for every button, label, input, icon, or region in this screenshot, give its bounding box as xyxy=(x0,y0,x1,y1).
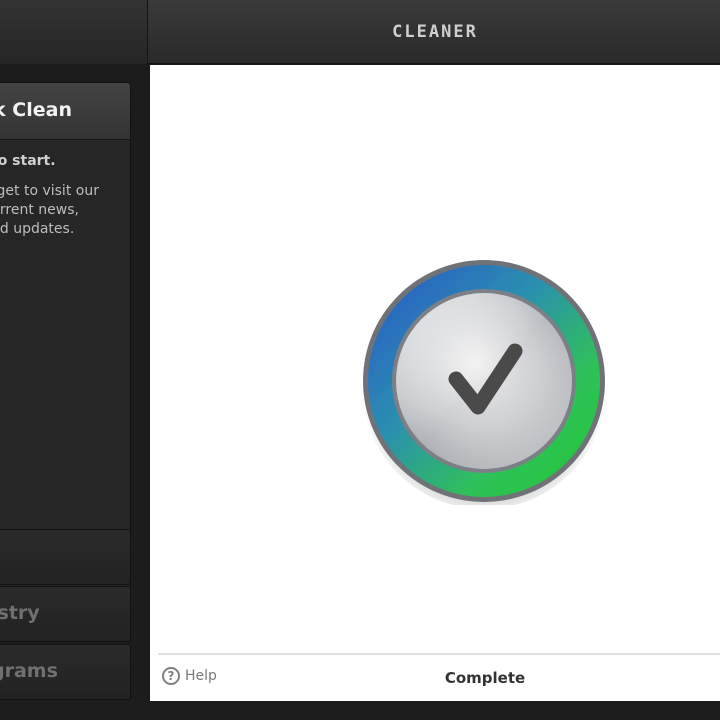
panel-start-text: to start. xyxy=(0,153,56,169)
help-icon: ? xyxy=(162,667,180,685)
sidebar-item-programs[interactable]: grams xyxy=(0,644,131,700)
panel-line: rget to visit our xyxy=(0,183,99,199)
help-button[interactable]: ? Help xyxy=(162,667,217,685)
sidebar-item-registry[interactable]: istry xyxy=(0,586,131,642)
sidebar: k Clean to start. rget to visit our urre… xyxy=(0,64,148,720)
window-bottom-border xyxy=(0,701,720,720)
quick-clean-panel: k Clean to start. rget to visit our urre… xyxy=(0,82,131,592)
checkmark-icon xyxy=(360,257,608,509)
title-bar: CLEANER xyxy=(0,0,720,64)
title-bar-left-section xyxy=(0,0,148,64)
status-text: Complete xyxy=(444,669,526,687)
panel-line: urrent news, xyxy=(0,202,79,218)
panel-description: to start. rget to visit our urrent news,… xyxy=(0,140,130,239)
sidebar-item-label: istry xyxy=(0,602,40,624)
app-title: CLEANER xyxy=(392,22,478,42)
help-label: Help xyxy=(185,668,217,684)
sidebar-item-1[interactable] xyxy=(0,529,131,585)
quick-clean-tab[interactable]: k Clean xyxy=(0,83,130,140)
main-content: ? Help Complete xyxy=(150,65,720,701)
footer-divider xyxy=(158,653,720,655)
panel-line: nd updates. xyxy=(0,221,75,237)
quick-clean-title: k Clean xyxy=(0,99,72,121)
sidebar-item-label: grams xyxy=(0,660,58,682)
